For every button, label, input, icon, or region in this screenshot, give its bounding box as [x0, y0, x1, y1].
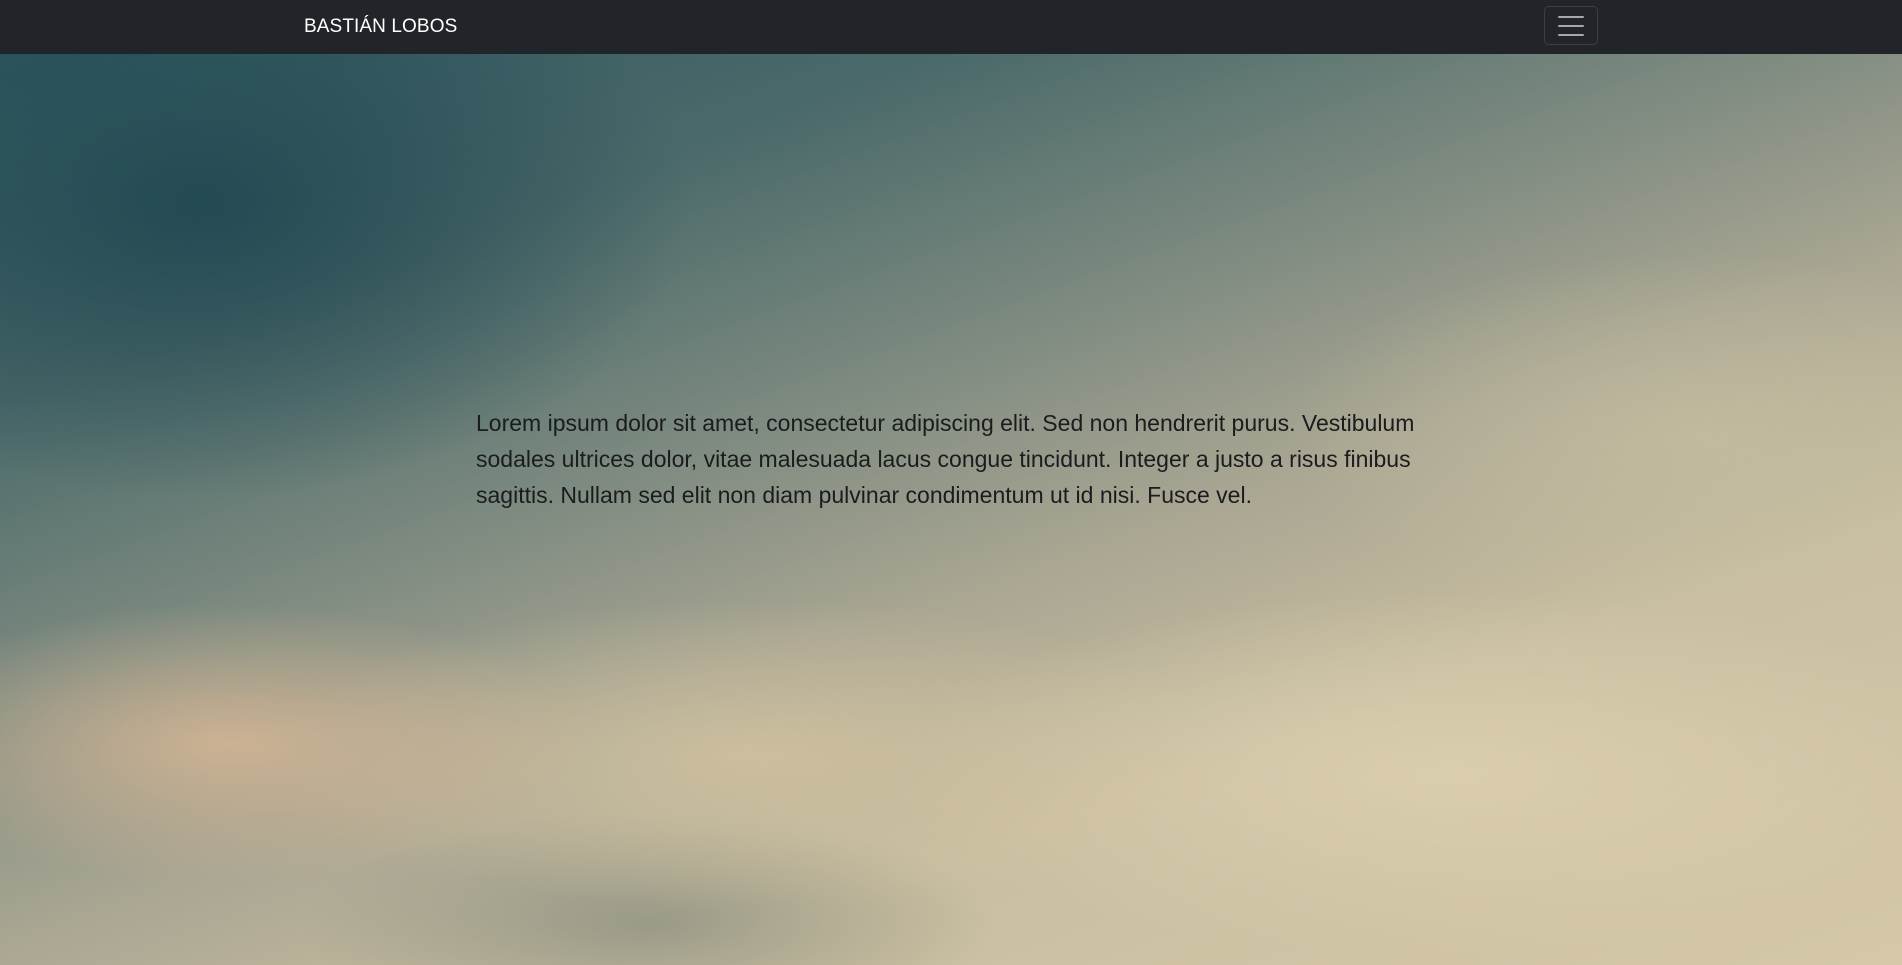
hero-paragraph: Lorem ipsum dolor sit amet, consectetur … — [476, 410, 1415, 508]
hamburger-line — [1558, 33, 1584, 36]
hamburger-menu-icon — [1558, 15, 1584, 36]
brand-link[interactable]: BASTIÁN LOBOS — [304, 14, 457, 40]
hamburger-line — [1558, 15, 1584, 18]
navbar-toggler-button[interactable] — [1544, 6, 1598, 45]
top-navbar: BASTIÁN LOBOS — [0, 0, 1902, 54]
page: BASTIÁN LOBOS Lorem ipsum dolor sit amet… — [0, 0, 1902, 965]
hero-background: Lorem ipsum dolor sit amet, consectetur … — [0, 54, 1902, 965]
hamburger-line — [1558, 24, 1584, 27]
